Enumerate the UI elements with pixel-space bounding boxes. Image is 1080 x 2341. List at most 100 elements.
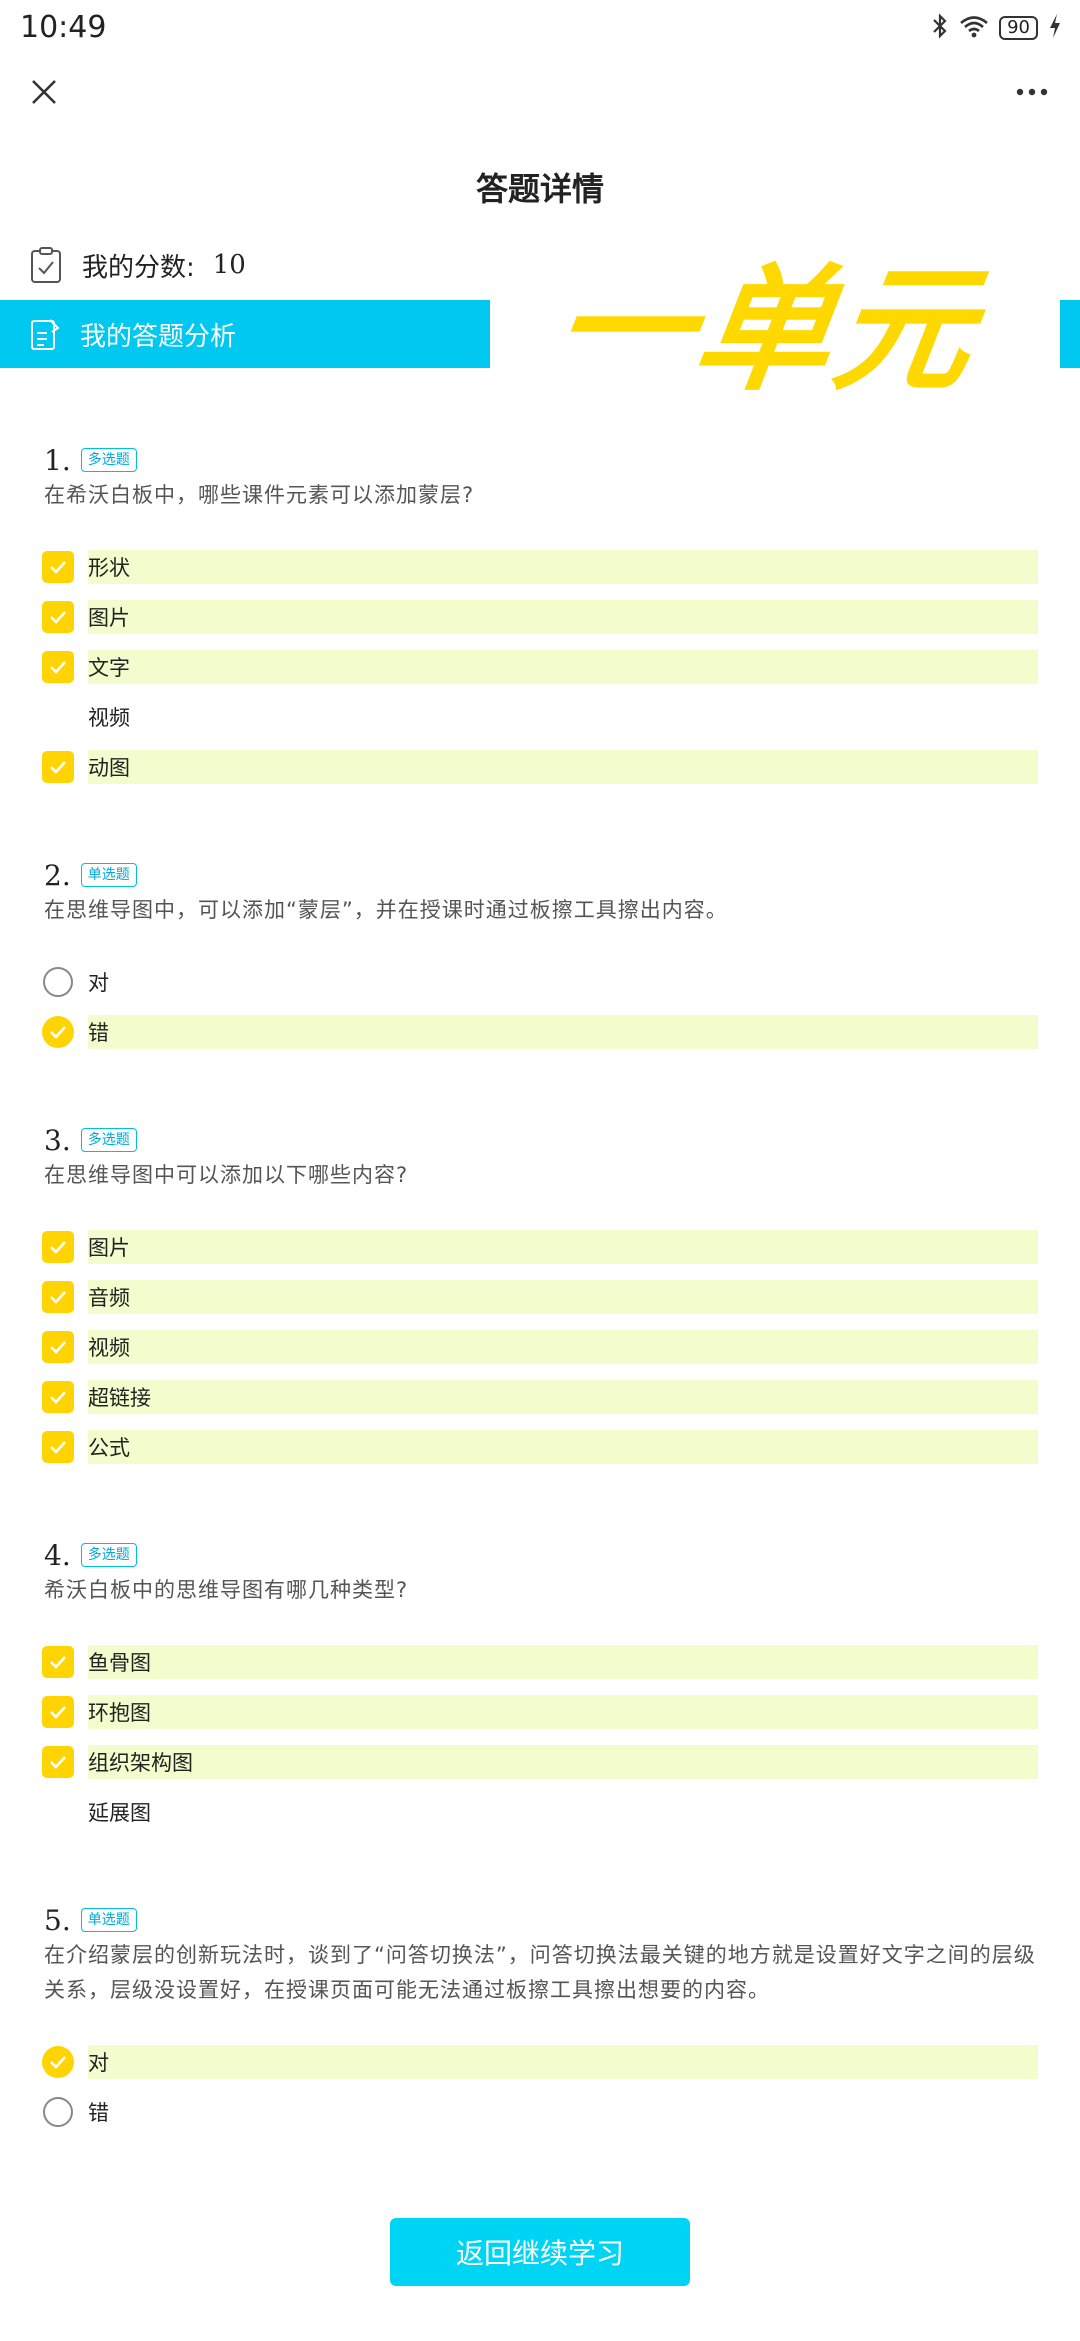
score-row: 我的分数: 10 [30,240,246,290]
checkbox-checked-icon [42,1746,74,1778]
answer-option[interactable]: 图片 [42,1230,1038,1264]
answer-option[interactable]: 错 [42,2095,1036,2129]
close-button[interactable] [22,70,66,114]
option-label: 错 [88,2101,109,2125]
question-text: 在思维导图中可以添加以下哪些内容? [44,1163,409,1187]
checkbox-checked-icon [42,1431,74,1463]
answer-option[interactable]: 公式 [42,1430,1038,1464]
checkbox-checked-icon [42,1331,74,1363]
answer-option[interactable]: 形状 [42,550,1038,584]
question-header: 3. 多选题 [44,1120,137,1160]
question-number: 3. [44,1123,71,1157]
status-time: 10:49 [20,10,107,45]
selected-highlight [88,1695,1038,1729]
back-continue-button[interactable]: 返回继续学习 [390,2218,690,2286]
charging-icon [1048,13,1062,43]
battery-indicator: 90 [999,16,1038,40]
answer-option[interactable]: 错 [42,1015,1038,1049]
selected-highlight [88,650,1038,684]
option-label: 音频 [88,1286,130,1310]
question-header: 2. 单选题 [44,855,137,895]
question-number: 1. [44,443,71,477]
question-text: 在介绍蒙层的创新玩法时，谈到了“问答切换法”，问答切换法最关键的地方就是设置好文… [44,1943,1036,2002]
option-label: 延展图 [88,1801,151,1825]
answer-option[interactable]: 音频 [42,1280,1038,1314]
option-label: 视频 [88,1336,130,1360]
more-button[interactable] [1006,70,1058,114]
checkbox-checked-icon [42,751,74,783]
question-header: 5. 单选题 [44,1900,137,1940]
question-header: 1. 多选题 [44,440,137,480]
selected-highlight [88,1230,1038,1264]
radio-empty-icon [42,2096,74,2128]
answer-option[interactable]: 视频 [42,700,1036,734]
radio-checked-icon [42,2046,74,2078]
selected-highlight [88,2045,1038,2079]
selected-highlight [88,1745,1038,1779]
answer-option[interactable]: 文字 [42,650,1038,684]
question-number: 2. [44,858,71,892]
page-title: 答题详情 [475,170,604,208]
option-label: 动图 [88,756,130,780]
question-type-badge: 多选题 [80,1128,137,1152]
selected-highlight [88,1015,1038,1049]
question-type-badge: 单选题 [80,863,137,887]
checkbox-checked-icon [42,1281,74,1313]
answer-option[interactable]: 视频 [42,1330,1038,1364]
answer-option[interactable]: 组织架构图 [42,1745,1038,1779]
answer-option[interactable]: 动图 [42,750,1038,784]
selected-highlight [88,1330,1038,1364]
clipboard-check-icon [31,247,61,283]
radio-checked-icon [42,1016,74,1048]
question-text: 在思维导图中，可以添加“蒙层”，并在授课时通过板擦工具擦出内容。 [44,898,728,922]
bluetooth-icon [931,13,949,43]
selected-highlight [88,1430,1038,1464]
option-label: 错 [88,1021,109,1045]
unit-banner: 一单元 [544,252,987,410]
answer-option[interactable]: 对 [42,2045,1038,2079]
option-label: 公式 [88,1436,130,1460]
selected-highlight [88,1280,1038,1314]
option-label: 视频 [88,706,130,730]
option-label: 形状 [88,556,130,580]
analysis-label: 我的答题分析 [80,321,237,352]
option-label: 对 [88,2051,109,2075]
option-label: 图片 [88,606,130,630]
status-bar: 10:49 90 [0,0,1080,56]
selected-highlight [88,1645,1038,1679]
selected-highlight [88,550,1038,584]
top-bar [0,60,1080,124]
option-label: 鱼骨图 [88,1651,151,1675]
option-label: 组织架构图 [88,1751,193,1775]
answer-option[interactable]: 延展图 [42,1795,1036,1829]
close-icon [32,80,56,104]
selected-highlight [88,600,1038,634]
question-type-badge: 多选题 [80,448,137,472]
radio-empty-icon [42,966,74,998]
answer-option[interactable]: 鱼骨图 [42,1645,1038,1679]
selected-highlight [88,750,1038,784]
checkbox-checked-icon [42,1646,74,1678]
question-text: 在希沃白板中，哪些课件元素可以添加蒙层? [44,483,475,507]
wifi-icon [959,14,989,42]
checkbox-empty [42,1796,74,1828]
checkbox-empty [42,701,74,733]
checkbox-checked-icon [42,551,74,583]
question-type-badge: 多选题 [80,1543,137,1567]
option-label: 图片 [88,1236,130,1260]
question-number: 5. [44,1903,71,1937]
option-label: 文字 [88,656,130,680]
analysis-bar: 我的答题分析 [0,300,490,368]
answer-option[interactable]: 环抱图 [42,1695,1038,1729]
checkbox-checked-icon [42,1231,74,1263]
question-header: 4. 多选题 [44,1535,137,1575]
selected-highlight [88,1380,1038,1414]
checkbox-checked-icon [42,1696,74,1728]
answer-option[interactable]: 图片 [42,600,1038,634]
score-label: 我的分数: [82,252,195,283]
analysis-bar-edge [1060,300,1080,368]
answer-option[interactable]: 超链接 [42,1380,1038,1414]
score-value: 10 [212,250,246,280]
answer-option[interactable]: 对 [42,965,1036,999]
status-icons: 90 [931,12,1062,44]
